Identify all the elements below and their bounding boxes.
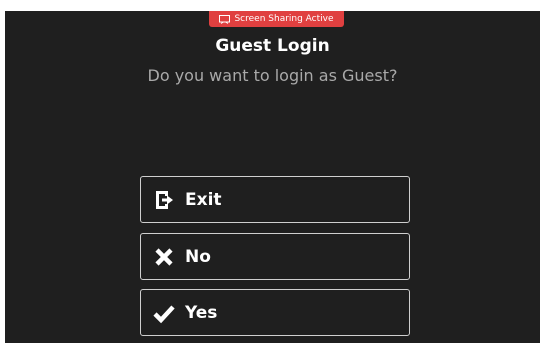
guest-login-screen: Screen Sharing Active Guest Login Do you… <box>5 11 540 343</box>
x-icon <box>153 246 175 268</box>
screen-sharing-text: Screen Sharing Active <box>234 14 334 24</box>
exit-icon <box>153 189 175 211</box>
checkmark-icon <box>153 302 175 324</box>
screen-sharing-badge: Screen Sharing Active <box>209 11 344 27</box>
yes-button[interactable]: Yes <box>140 289 410 336</box>
screen-share-icon <box>219 14 231 24</box>
yes-button-label: Yes <box>185 302 218 323</box>
no-button-label: No <box>185 246 211 267</box>
dialog-title: Guest Login <box>215 36 330 56</box>
exit-button-label: Exit <box>185 189 222 210</box>
exit-button[interactable]: Exit <box>140 176 410 223</box>
dialog-message: Do you want to login as Guest? <box>147 66 398 85</box>
no-button[interactable]: No <box>140 233 410 280</box>
